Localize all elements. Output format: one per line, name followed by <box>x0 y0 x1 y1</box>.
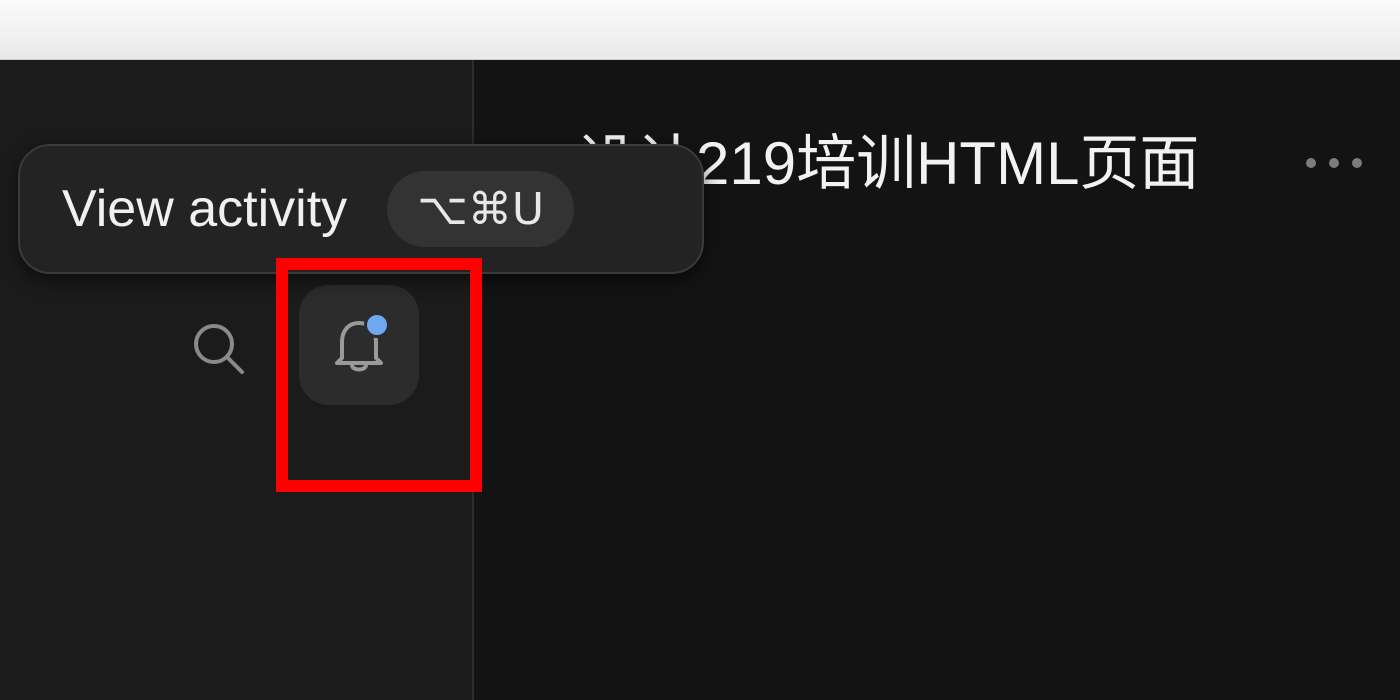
bell-icon-wrapper <box>328 312 390 378</box>
search-button[interactable] <box>184 314 254 384</box>
unread-notification-dot <box>364 312 390 338</box>
keyboard-shortcut-badge: ⌥⌘U <box>387 171 575 247</box>
tooltip-label: View activity <box>62 180 348 238</box>
view-activity-button[interactable] <box>299 285 419 405</box>
search-icon <box>194 324 244 374</box>
more-horizontal-icon <box>1306 158 1362 168</box>
window-titlebar <box>0 0 1400 60</box>
view-activity-tooltip: View activity ⌥⌘U <box>18 144 704 274</box>
more-options-button[interactable] <box>1302 148 1366 178</box>
